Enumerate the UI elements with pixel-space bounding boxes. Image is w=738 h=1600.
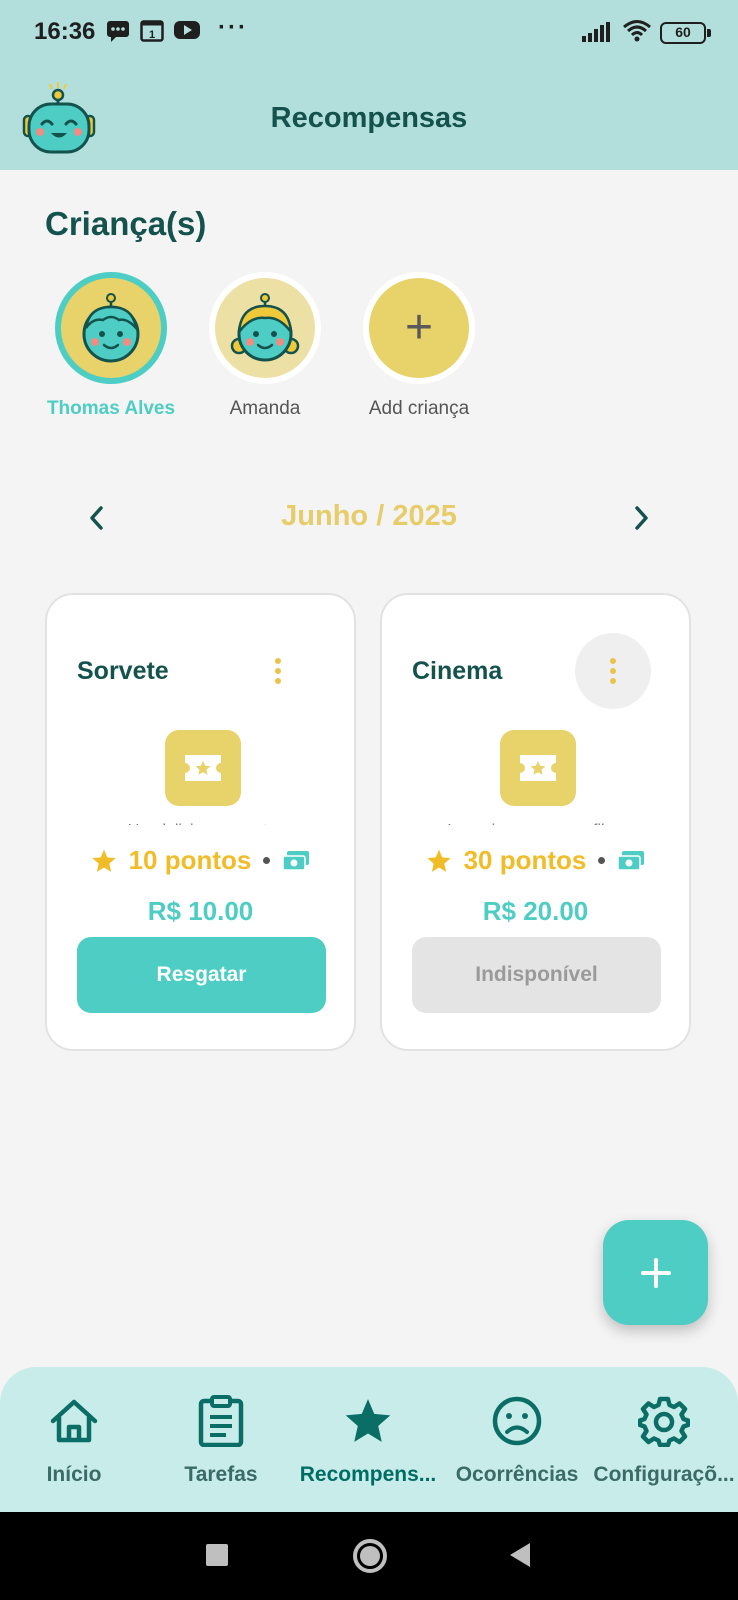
girl-face-icon bbox=[230, 293, 300, 362]
more-notifications-icon: ··· bbox=[218, 14, 248, 41]
reward-price: R$ 10.00 bbox=[147, 896, 254, 926]
back-triangle-icon bbox=[510, 1543, 530, 1567]
nav-item-inicio[interactable]: Início bbox=[0, 1393, 148, 1487]
nav-label: Início bbox=[46, 1463, 102, 1486]
nav-item-tarefas[interactable]: Tarefas bbox=[147, 1393, 295, 1487]
clipboard-icon bbox=[147, 1393, 295, 1449]
gear-icon bbox=[590, 1393, 738, 1449]
children-section-title: Criança(s) bbox=[45, 205, 207, 242]
svg-text:1: 1 bbox=[149, 29, 155, 41]
nav-item-ocorrencias[interactable]: Ocorrências bbox=[443, 1393, 591, 1487]
nav-item-recompensas[interactable]: Recompens... bbox=[294, 1393, 442, 1487]
add-reward-button[interactable] bbox=[603, 1220, 708, 1325]
recent-apps-button[interactable] bbox=[206, 1544, 228, 1571]
separator-dot bbox=[598, 857, 606, 864]
bottom-navigation: Início Tarefas Recompens... Ocorrências … bbox=[0, 1367, 738, 1512]
reward-points-row: 10 pontos bbox=[47, 845, 354, 876]
child-name: Thomas Alves bbox=[46, 398, 176, 419]
separator-dot bbox=[263, 857, 271, 864]
plus-icon bbox=[640, 1257, 671, 1288]
status-bar: 16:36 1 ··· 60 bbox=[0, 0, 738, 66]
child-avatar[interactable] bbox=[209, 272, 321, 384]
calendar-icon: 1 bbox=[140, 20, 164, 47]
plus-icon: + bbox=[404, 301, 434, 354]
money-icon bbox=[617, 850, 645, 871]
add-child-button[interactable]: + Add criança bbox=[349, 272, 489, 420]
square-icon bbox=[206, 1544, 228, 1566]
star-icon bbox=[92, 849, 116, 872]
back-button[interactable] bbox=[508, 1542, 532, 1573]
nav-item-configuracoes[interactable]: Configuraçõ... bbox=[590, 1393, 738, 1487]
nav-label: Ocorrências bbox=[455, 1463, 579, 1486]
reward-points-row: 30 pontos bbox=[382, 845, 689, 876]
reward-description: Um delicioso sorvete bbox=[77, 817, 327, 825]
page-title: Recompensas bbox=[270, 102, 468, 134]
money-icon bbox=[282, 850, 310, 871]
ticket-icon bbox=[165, 730, 241, 806]
wifi-icon bbox=[622, 18, 652, 49]
home-icon bbox=[0, 1393, 148, 1449]
reward-card-cinema: Cinema Ir ao cinema ver um filme 30 pont… bbox=[380, 593, 691, 1051]
message-icon bbox=[106, 20, 130, 47]
reward-menu-button[interactable] bbox=[575, 633, 651, 709]
reward-title: Cinema bbox=[412, 657, 503, 685]
add-child-label: Add criança bbox=[368, 398, 470, 419]
month-label: Junho / 2025 bbox=[281, 500, 457, 532]
reward-points: 30 pontos bbox=[463, 845, 587, 875]
next-month-button[interactable] bbox=[630, 505, 652, 536]
more-vertical-icon bbox=[275, 658, 281, 684]
chevron-right-icon bbox=[635, 506, 648, 530]
star-icon bbox=[294, 1393, 442, 1449]
nav-label: Configuraçõ... bbox=[593, 1463, 735, 1486]
app-header: 16:36 1 ··· 60 Recompensas bbox=[0, 0, 738, 170]
reward-title: Sorvete bbox=[77, 657, 169, 685]
reward-description: Ir ao cinema ver um filme bbox=[412, 817, 662, 825]
star-icon bbox=[427, 849, 451, 872]
system-navigation-bar bbox=[0, 1512, 738, 1600]
child-avatar-amanda[interactable]: Amanda bbox=[195, 272, 335, 420]
nav-label: Recompens... bbox=[299, 1463, 437, 1486]
sad-face-icon bbox=[443, 1393, 591, 1449]
child-name: Amanda bbox=[229, 398, 301, 419]
child-avatar-thomas[interactable]: Thomas Alves bbox=[41, 272, 181, 420]
home-button[interactable] bbox=[352, 1538, 388, 1579]
circle-icon bbox=[353, 1539, 387, 1573]
signal-icon bbox=[582, 22, 612, 47]
child-avatar[interactable] bbox=[55, 272, 167, 384]
more-vertical-icon bbox=[610, 658, 616, 684]
unavailable-button[interactable]: Indisponível bbox=[412, 937, 661, 1013]
redeem-button[interactable]: Resgatar bbox=[77, 937, 326, 1013]
reward-menu-button[interactable] bbox=[240, 633, 316, 709]
reward-card-sorvete: Sorvete Um delicioso sorvete 10 pontos R… bbox=[45, 593, 356, 1051]
battery-indicator: 60 bbox=[660, 22, 711, 44]
add-child-circle[interactable]: + bbox=[363, 272, 475, 384]
youtube-icon bbox=[174, 20, 200, 45]
nav-label: Tarefas bbox=[184, 1463, 258, 1486]
ticket-icon bbox=[500, 730, 576, 806]
status-time: 16:36 bbox=[34, 18, 96, 45]
reward-points: 10 pontos bbox=[128, 845, 252, 875]
reward-price: R$ 20.00 bbox=[482, 896, 589, 926]
boy-face-icon bbox=[82, 293, 140, 363]
